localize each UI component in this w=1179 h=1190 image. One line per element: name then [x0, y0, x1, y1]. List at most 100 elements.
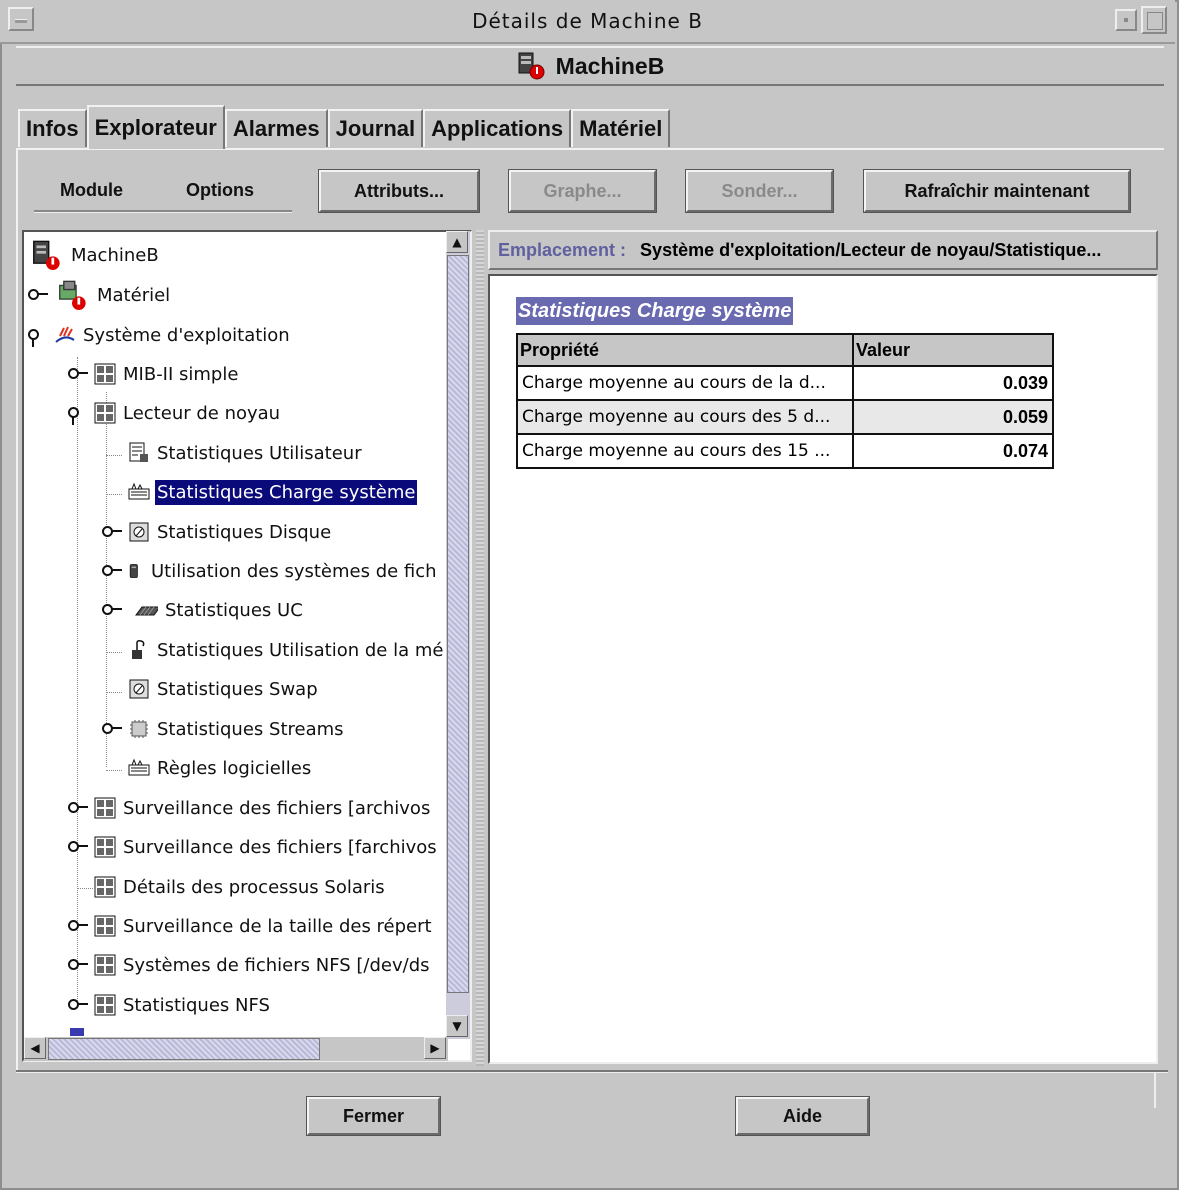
- tree-node-stats-nfs[interactable]: Statistiques NFS: [68, 990, 272, 1020]
- tab-alarmes[interactable]: Alarmes: [224, 109, 328, 147]
- tree-node-lecteur-noyau[interactable]: Lecteur de noyau: [68, 398, 282, 428]
- tree-node-label: Surveillance des fichiers [farchivos: [123, 836, 437, 858]
- tab-applications[interactable]: Applications: [423, 109, 572, 147]
- scroll-up-icon[interactable]: ▲: [446, 231, 468, 253]
- filesystem-icon: [129, 564, 138, 578]
- scroll-right-icon[interactable]: ▶: [424, 1037, 446, 1059]
- tree-connector: [106, 652, 122, 653]
- tree-node-label: Lecteur de noyau: [123, 402, 281, 424]
- expand-handle-icon[interactable]: [102, 603, 124, 617]
- tree-node-stats-swap[interactable]: Statistiques Swap: [128, 674, 320, 704]
- tree-connector: [106, 455, 122, 456]
- tree-node-processus-solaris[interactable]: Détails des processus Solaris: [94, 872, 387, 902]
- table-row[interactable]: Charge moyenne au cours des 15 ... 0.074: [516, 433, 1054, 469]
- hardware-alarm-icon: [59, 280, 86, 310]
- module-icon: [94, 402, 116, 424]
- tree-node-label: Matériel: [97, 284, 171, 306]
- column-header-propriete[interactable]: Propriété: [516, 333, 854, 367]
- tree-node-label: MIB-II simple: [123, 363, 239, 385]
- tree-node-stats-utilisateur[interactable]: Statistiques Utilisateur: [128, 438, 364, 468]
- tree-connector: [77, 357, 78, 1007]
- tree-connector: [106, 770, 122, 771]
- tree-node-machineb[interactable]: MachineB: [28, 240, 161, 270]
- tab-bar: Infos Explorateur Alarmes Journal Applic…: [18, 105, 671, 149]
- tree-node-label: Surveillance de la taille des répert: [123, 915, 432, 937]
- tree-node-label: Système d'exploitation: [83, 324, 290, 346]
- expand-handle-icon[interactable]: [28, 288, 50, 302]
- tree-node-stats-charge[interactable]: Statistiques Charge système: [128, 477, 418, 507]
- tree-node-systemes-fichiers[interactable]: Utilisation des systèmes de fich: [102, 556, 439, 586]
- user-stats-icon: [129, 442, 148, 462]
- expand-handle-icon[interactable]: [68, 919, 90, 933]
- split-pane-divider[interactable]: [476, 230, 484, 1066]
- table-row[interactable]: Charge moyenne au cours des 5 d... 0.059: [516, 399, 1054, 435]
- graphe-button[interactable]: Graphe...: [508, 169, 657, 213]
- collapse-handle-icon[interactable]: [28, 328, 50, 347]
- expand-handle-icon[interactable]: [102, 525, 124, 539]
- swap-disk-icon: [129, 679, 149, 699]
- options-menu[interactable]: Options: [186, 180, 254, 201]
- tree-node-stats-disque[interactable]: Statistiques Disque: [102, 517, 333, 547]
- tree-node-mib[interactable]: MIB-II simple: [68, 359, 240, 389]
- tree-node-stats-uc[interactable]: Statistiques UC: [102, 595, 305, 625]
- tree-node-label: Utilisation des systèmes de fich: [151, 560, 437, 582]
- tree-vertical-scrollbar[interactable]: ▲ ▼: [446, 231, 470, 1039]
- tree-horizontal-scrollbar[interactable]: ◀ ▶: [24, 1037, 448, 1061]
- machine-header: MachineB: [16, 46, 1164, 86]
- module-icon: [94, 797, 116, 819]
- memory-icon: [132, 640, 145, 659]
- close-button[interactable]: Fermer: [306, 1096, 441, 1136]
- tree-node-label: Statistiques Disque: [157, 521, 332, 543]
- host-alarm-icon: [518, 52, 545, 80]
- expand-handle-icon[interactable]: [68, 998, 90, 1012]
- tree-connector: [106, 692, 122, 693]
- tree-node-materiel[interactable]: Matériel: [28, 280, 172, 310]
- vertical-scroll-thumb[interactable]: [447, 255, 469, 993]
- tree-node-stats-memoire[interactable]: Statistiques Utilisation de la mé: [128, 635, 445, 665]
- collapse-handle-icon[interactable]: [68, 406, 90, 425]
- tree-node-stats-streams[interactable]: Statistiques Streams: [102, 714, 346, 744]
- location-bar: Emplacement : Système d'exploitation/Lec…: [488, 230, 1158, 270]
- tree-node-label: Statistiques Streams: [157, 718, 344, 740]
- tree-node-nfs-fs[interactable]: Systèmes de fichiers NFS [/dev/ds: [68, 950, 432, 980]
- module-icon: [94, 876, 116, 898]
- tab-journal[interactable]: Journal: [327, 109, 424, 147]
- tree-node-surv-fichiers-2[interactable]: Surveillance des fichiers [farchivos: [68, 832, 439, 862]
- scroll-down-icon[interactable]: ▼: [446, 1015, 468, 1037]
- horizontal-scroll-thumb[interactable]: [48, 1038, 320, 1060]
- table-row[interactable]: Charge moyenne au cours de la d... 0.039: [516, 365, 1054, 401]
- column-header-valeur[interactable]: Valeur: [852, 333, 1054, 367]
- tree-node-label: Détails des processus Solaris: [123, 876, 385, 898]
- solaris-os-icon: [55, 326, 75, 343]
- scroll-left-icon[interactable]: ◀: [24, 1037, 46, 1059]
- window-title: Détails de Machine B: [472, 9, 703, 33]
- expand-handle-icon[interactable]: [102, 722, 124, 736]
- help-button[interactable]: Aide: [735, 1096, 870, 1136]
- menu-divider: [34, 210, 292, 213]
- panel-edge: [1154, 1072, 1156, 1108]
- tree-node-taille-repertoires[interactable]: Surveillance de la taille des répert: [68, 911, 434, 941]
- expand-handle-icon[interactable]: [102, 564, 124, 578]
- bottom-separator: [16, 1070, 1168, 1073]
- refresh-button[interactable]: Rafraîchir maintenant: [863, 169, 1131, 213]
- partial-node-icon: [70, 1028, 84, 1036]
- expand-handle-icon[interactable]: [68, 840, 90, 854]
- tree-node-regles[interactable]: Règles logicielles: [128, 753, 313, 783]
- tab-infos[interactable]: Infos: [18, 109, 87, 147]
- module-menu[interactable]: Module: [60, 180, 123, 201]
- attributs-button[interactable]: Attributs...: [318, 169, 480, 213]
- expand-handle-icon[interactable]: [68, 958, 90, 972]
- expand-handle-icon[interactable]: [68, 801, 90, 815]
- maximize-button[interactable]: [1141, 6, 1167, 34]
- tab-explorateur[interactable]: Explorateur: [86, 105, 225, 149]
- property-cell: Charge moyenne au cours des 15 ...: [516, 433, 854, 469]
- module-icon: [94, 836, 116, 858]
- sonder-button[interactable]: Sonder...: [685, 169, 834, 213]
- tab-materiel[interactable]: Matériel: [571, 109, 671, 147]
- minimize-button[interactable]: [1115, 9, 1137, 31]
- tree-node-surv-fichiers-1[interactable]: Surveillance des fichiers [archivos: [68, 793, 432, 823]
- tree-node-label: Statistiques Utilisation de la mé: [157, 639, 444, 661]
- tree-node-systeme[interactable]: Système d'exploitation: [28, 320, 292, 350]
- explorer-tree[interactable]: MachineB Matériel Système d'exploitation: [22, 230, 472, 1062]
- expand-handle-icon[interactable]: [68, 367, 90, 381]
